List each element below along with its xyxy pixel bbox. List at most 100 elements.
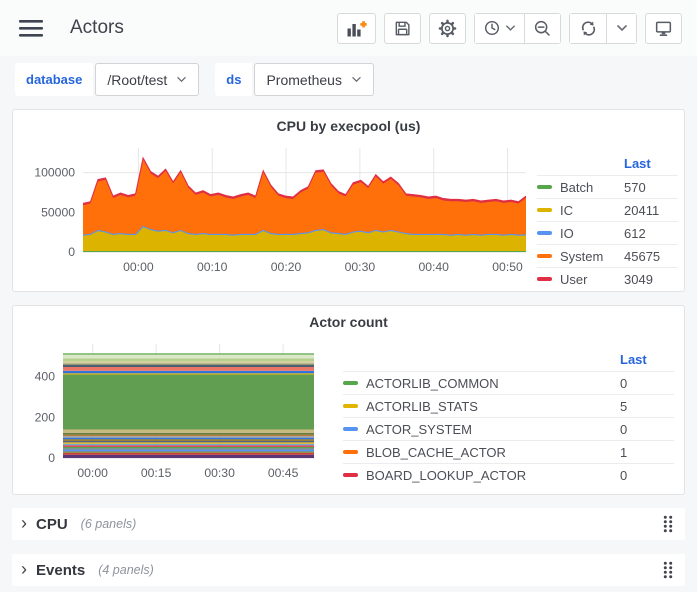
series-name[interactable]: System <box>560 249 624 264</box>
legend-row-system[interactable]: System45675 <box>537 244 678 267</box>
save-dashboard-button[interactable] <box>384 13 421 44</box>
clock-icon <box>483 19 501 37</box>
series-name[interactable]: ACTORLIB_STATS <box>366 399 620 414</box>
actor-count-legend: LastACTORLIB_COMMON0ACTORLIB_STATS5ACTOR… <box>343 348 674 494</box>
variable-value-ds: Prometheus <box>266 72 341 88</box>
series-name[interactable]: User <box>560 272 624 287</box>
series-last-value: 0 <box>620 468 674 483</box>
variable-select-database[interactable]: /Root/test <box>95 63 199 96</box>
drag-handle-icon[interactable] <box>661 513 675 535</box>
svg-text:400: 400 <box>35 370 56 384</box>
refresh-interval-dropdown[interactable] <box>606 14 636 43</box>
legend-row-batch[interactable]: Batch570 <box>537 175 678 198</box>
svg-text:00:30: 00:30 <box>204 466 235 480</box>
series-name[interactable]: IC <box>560 203 624 218</box>
svg-text:50000: 50000 <box>41 205 75 219</box>
legend-row-io[interactable]: IO612 <box>537 221 678 244</box>
row-title[interactable]: Events <box>36 562 85 579</box>
hamburger-icon <box>19 20 44 37</box>
menu-button[interactable] <box>15 16 48 41</box>
chevron-right-icon[interactable]: › <box>21 514 27 532</box>
dashboard-grid: CPU by execpool (us) 00:00 00:10 00:20 00:3… <box>0 109 697 586</box>
panel-title[interactable]: Actor count <box>13 306 684 334</box>
monitor-icon <box>654 19 673 38</box>
save-icon <box>393 19 412 38</box>
chevron-down-icon <box>351 76 362 83</box>
legend-header-row: Last <box>537 152 678 175</box>
series-color-dash <box>537 277 552 281</box>
svg-text:200: 200 <box>35 410 56 424</box>
legend-row-blob_cache_actor[interactable]: BLOB_CACHE_ACTOR1 <box>343 440 674 463</box>
legend-row-actorlib_stats[interactable]: ACTORLIB_STATS5 <box>343 394 674 417</box>
chevron-down-icon <box>616 24 628 32</box>
tv-kiosk-button[interactable] <box>645 13 682 44</box>
svg-text:0: 0 <box>68 245 75 259</box>
series-last-value: 5 <box>620 399 674 414</box>
legend-row-actor_system[interactable]: ACTOR_SYSTEM0 <box>343 417 674 440</box>
series-last-value: 45675 <box>624 249 678 264</box>
series-color-dash <box>537 185 552 189</box>
svg-text:00:40: 00:40 <box>418 260 449 274</box>
series-color-dash <box>343 404 358 408</box>
variable-label-database[interactable]: database <box>15 63 93 96</box>
svg-text:00:00: 00:00 <box>123 260 154 274</box>
series-name[interactable]: ACTORLIB_COMMON <box>366 376 620 391</box>
series-name[interactable]: BOARD_LOOKUP_ACTOR <box>366 468 620 483</box>
zoom-out-button[interactable] <box>524 14 560 43</box>
panel-title[interactable]: CPU by execpool (us) <box>13 110 684 138</box>
svg-text:00:20: 00:20 <box>271 260 302 274</box>
series-name[interactable]: IO <box>560 226 624 241</box>
chevron-down-icon <box>176 76 187 83</box>
refresh-button[interactable] <box>570 14 606 43</box>
add-panel-button[interactable] <box>337 13 376 44</box>
svg-text:0: 0 <box>48 451 55 465</box>
panel-actor-count: Actor count 00:0000:1500:3000:450200400 … <box>12 305 685 495</box>
series-name[interactable]: Batch <box>560 180 624 195</box>
legend-row-ic[interactable]: IC20411 <box>537 198 678 221</box>
cpu-execpool-chart[interactable]: 00:00 00:10 00:20 00:30 00:40 00:50 0 50000 1000… <box>19 140 535 286</box>
legend-last-header[interactable]: Last <box>624 156 678 171</box>
variable-label-ds[interactable]: ds <box>215 63 252 96</box>
series-color-dash <box>343 381 358 385</box>
series-color-dash <box>343 450 358 454</box>
series-last-value: 1 <box>620 445 674 460</box>
time-controls-group <box>474 13 561 44</box>
row-panel-count: (4 panels) <box>98 563 154 577</box>
gear-icon <box>438 19 457 38</box>
variable-select-ds[interactable]: Prometheus <box>254 63 373 96</box>
svg-text:00:50: 00:50 <box>492 260 523 274</box>
svg-text:00:15: 00:15 <box>141 466 172 480</box>
svg-text:00:00: 00:00 <box>77 466 108 480</box>
row-panel-count: (6 panels) <box>81 517 137 531</box>
actor-count-chart[interactable]: 00:0000:1500:3000:450200400 <box>19 334 321 489</box>
series-name[interactable]: ACTOR_SYSTEM <box>366 422 620 437</box>
dashboard-row-cpu[interactable]: › CPU (6 panels) <box>12 508 685 540</box>
dashboard-title: Actors <box>70 17 124 39</box>
drag-handle-icon[interactable] <box>661 559 675 581</box>
series-color-dash <box>343 473 358 477</box>
dashboard-settings-button[interactable] <box>429 13 466 44</box>
refresh-group <box>569 13 637 44</box>
dashboard-toolbar <box>337 13 682 44</box>
legend-row-board_lookup_actor[interactable]: BOARD_LOOKUP_ACTOR0 <box>343 463 674 486</box>
dashboard-row-events[interactable]: › Events (4 panels) <box>12 554 685 586</box>
series-last-value: 570 <box>624 180 678 195</box>
series-last-value: 20411 <box>624 203 678 218</box>
svg-text:00:10: 00:10 <box>197 260 228 274</box>
series-name[interactable]: BLOB_CACHE_ACTOR <box>366 445 620 460</box>
row-title[interactable]: CPU <box>36 516 68 533</box>
chevron-right-icon[interactable]: › <box>21 560 27 578</box>
svg-text:00:30: 00:30 <box>345 260 376 274</box>
legend-row-actorlib_common[interactable]: ACTORLIB_COMMON0 <box>343 371 674 394</box>
legend-row-user[interactable]: User3049 <box>537 267 678 290</box>
panel-cpu-by-execpool: CPU by execpool (us) 00:00 00:10 00:20 00:3… <box>12 109 685 292</box>
legend-header-row: Last <box>343 348 674 371</box>
series-color-dash <box>537 208 552 212</box>
refresh-icon <box>579 19 598 38</box>
series-last-value: 3049 <box>624 272 678 287</box>
svg-text:100000: 100000 <box>34 166 75 180</box>
dashboard-variables-bar: database /Root/test ds Prometheus <box>0 56 697 109</box>
magnifier-minus-icon <box>533 19 552 38</box>
legend-last-header[interactable]: Last <box>620 352 674 367</box>
time-range-picker[interactable] <box>475 14 524 43</box>
